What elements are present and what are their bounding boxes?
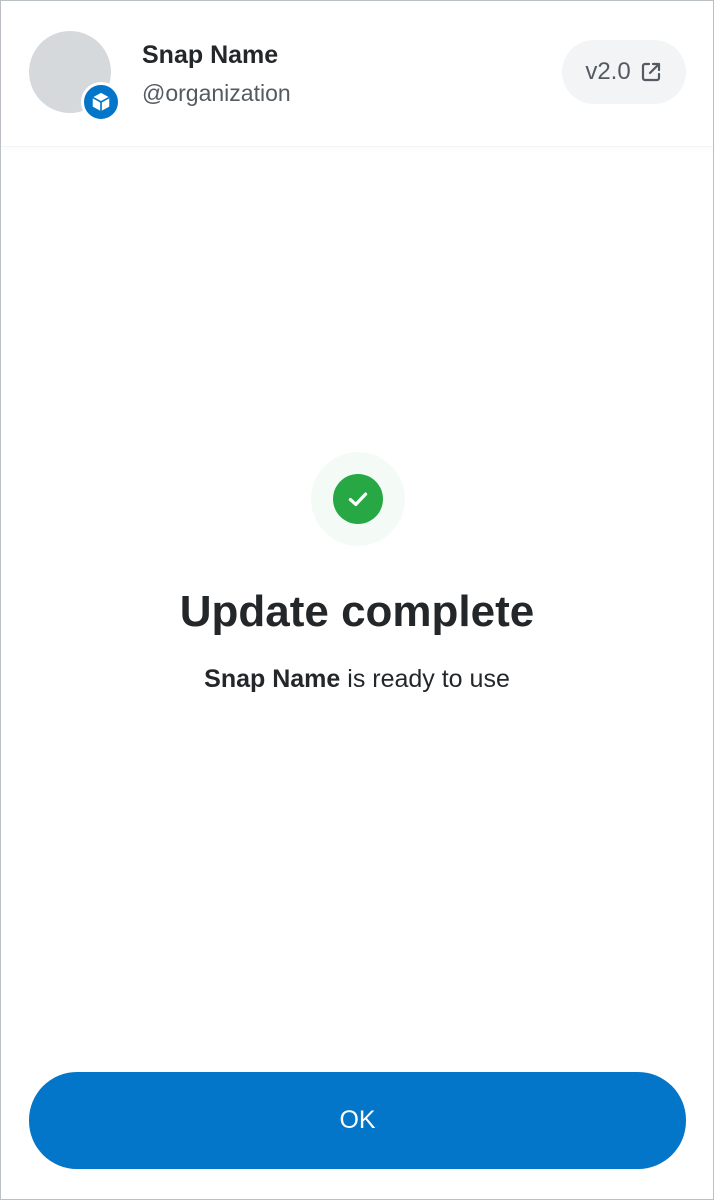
version-link-button[interactable]: v2.0 [562, 40, 686, 104]
snap-name: Snap Name [142, 41, 279, 69]
snap-update-dialog: Snap Name @organization v2.0 Update comp… [0, 0, 714, 1200]
result-title: Update complete [179, 587, 535, 636]
snap-organization: @organization [142, 80, 291, 106]
snap-header: Snap Name @organization v2.0 [1, 1, 713, 147]
check-circle-icon [333, 474, 383, 524]
result-message: Snap Name is ready to use [1, 665, 713, 694]
result-snap-name: Snap Name [204, 665, 341, 693]
external-link-icon [639, 60, 663, 84]
result-message-suffix: is ready to use [340, 665, 510, 693]
version-label: v2.0 [585, 58, 631, 85]
box-icon [81, 82, 121, 122]
ok-button[interactable]: OK [29, 1072, 686, 1169]
